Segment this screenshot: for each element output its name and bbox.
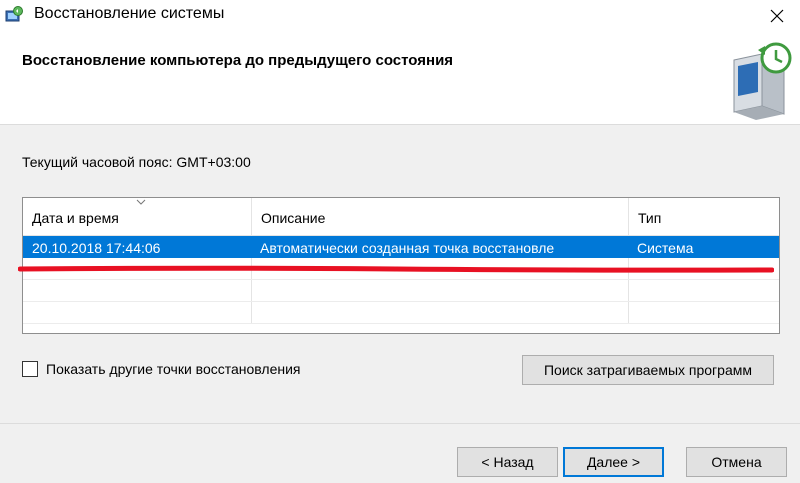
close-button[interactable] <box>754 0 800 32</box>
wizard-header: Восстановление компьютера до предыдущего… <box>0 32 800 125</box>
system-restore-icon <box>5 6 23 22</box>
cell-description: Автоматически созданная точка восстановл… <box>260 240 555 256</box>
window-title: Восстановление системы <box>34 5 225 22</box>
column-header-description[interactable]: Описание <box>251 198 628 235</box>
back-button[interactable]: < Назад <box>457 447 558 477</box>
cell-type: Система <box>637 240 694 256</box>
footer-divider <box>0 423 800 424</box>
page-title: Восстановление компьютера до предыдущего… <box>22 52 454 69</box>
show-more-label: Показать другие точки восстановления <box>46 361 301 377</box>
timezone-label: Текущий часовой пояс: GMT+03:00 <box>22 154 251 170</box>
cancel-button[interactable]: Отмена <box>686 447 787 477</box>
computer-restore-icon <box>733 42 792 120</box>
close-icon <box>770 9 784 23</box>
cell-datetime: 20.10.2018 17:44:06 <box>32 240 161 256</box>
column-header-type[interactable]: Тип <box>628 198 779 235</box>
title-bar: Восстановление системы <box>0 0 800 32</box>
empty-row <box>23 280 779 302</box>
list-header: Дата и время Описание Тип <box>23 198 779 236</box>
table-row[interactable]: 20.10.2018 17:44:06 Автоматически создан… <box>23 236 779 258</box>
next-button[interactable]: Далее > <box>563 447 664 477</box>
sort-descending-icon <box>136 199 146 205</box>
column-header-datetime[interactable]: Дата и время <box>23 198 251 235</box>
annotation-underline <box>18 265 774 273</box>
checkbox-box[interactable] <box>22 361 38 377</box>
scan-affected-programs-button[interactable]: Поиск затрагиваемых программ <box>522 355 774 385</box>
empty-row <box>23 302 779 324</box>
show-more-checkbox[interactable]: Показать другие точки восстановления <box>22 361 301 377</box>
